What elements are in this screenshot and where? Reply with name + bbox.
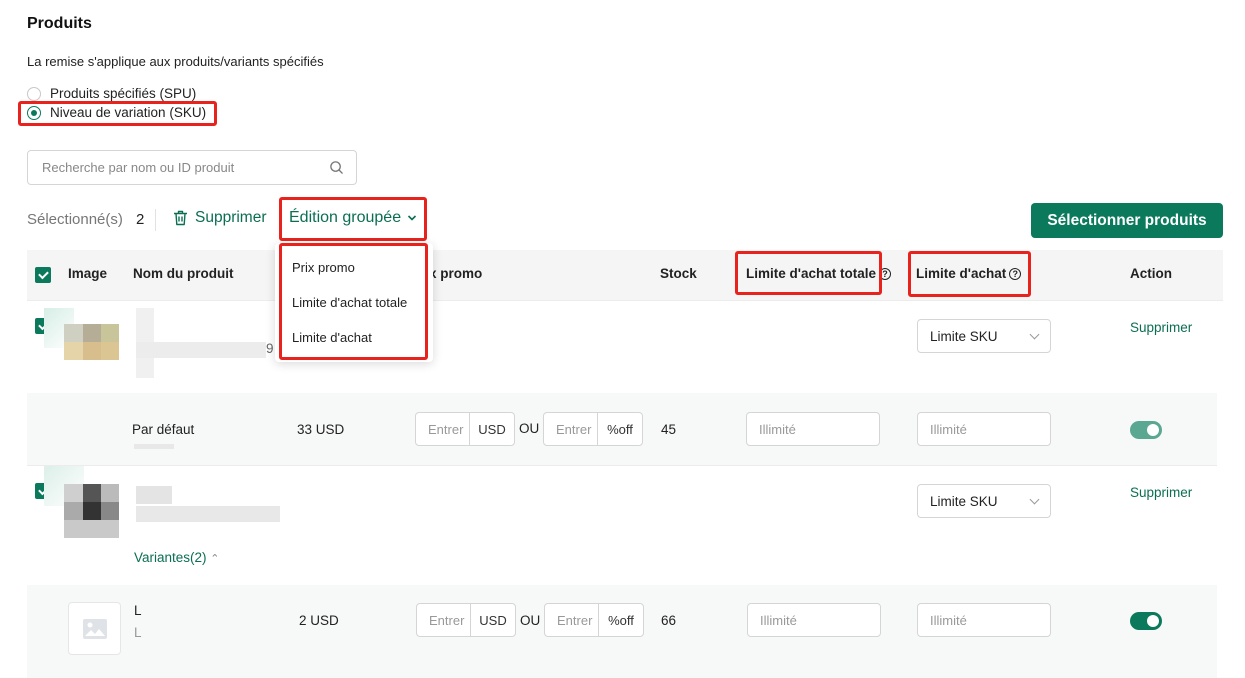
- group-edit-button[interactable]: Édition groupée: [289, 209, 417, 227]
- variant-stock: 45: [661, 422, 677, 437]
- help-icon[interactable]: ?: [1009, 268, 1022, 280]
- or-label: OU: [519, 421, 540, 436]
- group-edit-menu: Prix promo Limite d'achat totale Limite …: [275, 243, 433, 362]
- help-icon[interactable]: ?: [878, 268, 891, 280]
- header-limit: Limite d'achat?: [916, 266, 1022, 281]
- variant-name: L: [134, 603, 142, 618]
- percent-unit: %off: [608, 612, 634, 628]
- limit-input[interactable]: Illimité: [917, 412, 1051, 446]
- menu-item-promo-price[interactable]: Prix promo: [292, 260, 355, 275]
- variant-price: 33 USD: [297, 422, 345, 437]
- section-title: Produits: [27, 15, 92, 32]
- selected-label: Sélectionné(s): [27, 211, 123, 228]
- header-promo-price: x promo: [429, 266, 483, 281]
- promo-amount-field[interactable]: Entrer USD: [415, 412, 515, 446]
- limit-input[interactable]: Illimité: [917, 603, 1051, 637]
- menu-item-total-limit[interactable]: Limite d'achat totale: [292, 295, 407, 310]
- header-limit-label: Limite d'achat: [916, 266, 1007, 281]
- trash-icon: [174, 210, 187, 226]
- variant-sub-name: L: [134, 625, 142, 640]
- total-limit-input[interactable]: Illimité: [747, 603, 881, 637]
- variant-enable-toggle[interactable]: [1130, 421, 1162, 439]
- radio-spu-circle[interactable]: [27, 86, 41, 101]
- variants-toggle[interactable]: Variantes(2) ⌃: [134, 550, 220, 565]
- variant-thumbnail: [68, 602, 121, 655]
- currency-unit: USD: [478, 421, 506, 437]
- delete-product-link[interactable]: Supprimer: [1130, 485, 1192, 500]
- header-image: Image: [68, 266, 108, 281]
- or-label: OU: [520, 613, 541, 628]
- limit-type-value: Limite SKU: [930, 493, 998, 509]
- group-edit-label: Édition groupée: [289, 209, 402, 226]
- chevron-up-icon: ⌃: [210, 553, 220, 565]
- toolbar-divider: [155, 209, 156, 231]
- row-divider: [27, 300, 1223, 301]
- radio-spu[interactable]: Produits spécifiés (SPU): [27, 86, 196, 101]
- limit-type-value: Limite SKU: [930, 328, 998, 344]
- variant-sub-name: [134, 444, 174, 449]
- chevron-down-icon: [1029, 329, 1040, 339]
- select-all-checkbox[interactable]: [35, 267, 51, 283]
- promo-percent-field[interactable]: Entrer %off: [544, 603, 644, 637]
- variants-toggle-label: Variantes(2): [134, 550, 207, 565]
- radio-sku-label: Niveau de variation (SKU): [50, 105, 207, 120]
- select-products-button[interactable]: Sélectionner produits: [1031, 203, 1223, 238]
- percent-unit: %off: [607, 421, 633, 437]
- radio-spu-label: Produits spécifiés (SPU): [50, 86, 197, 101]
- search-icon[interactable]: [329, 160, 344, 175]
- variant-name: Par défaut: [132, 422, 195, 437]
- total-limit-input[interactable]: Illimité: [746, 412, 880, 446]
- product-name-fragment: 9: [266, 341, 274, 356]
- radio-sku[interactable]: Niveau de variation (SKU): [27, 105, 206, 120]
- header-action: Action: [1130, 266, 1172, 281]
- promo-percent-input[interactable]: Entrer: [545, 604, 599, 636]
- promo-amount-input[interactable]: Entrer: [416, 413, 470, 445]
- selected-count: 2: [136, 211, 145, 228]
- chevron-down-icon: [408, 215, 417, 221]
- limit-type-select[interactable]: Limite SKU: [917, 484, 1051, 518]
- product-image: [44, 308, 266, 388]
- radio-sku-circle[interactable]: [27, 105, 41, 120]
- search-box[interactable]: [27, 150, 357, 185]
- chevron-down-icon: [1029, 494, 1040, 504]
- menu-item-limit[interactable]: Limite d'achat: [292, 330, 372, 345]
- header-total-limit: Limite d'achat totale?: [746, 266, 891, 281]
- product-image: [44, 466, 304, 544]
- delete-product-link[interactable]: Supprimer: [1130, 320, 1192, 335]
- bulk-delete-button[interactable]: Supprimer: [173, 209, 267, 227]
- header-total-limit-label: Limite d'achat totale: [746, 266, 876, 281]
- header-stock: Stock: [660, 266, 697, 281]
- image-placeholder-icon: [82, 618, 107, 639]
- bulk-delete-label: Supprimer: [195, 209, 267, 226]
- promo-percent-input[interactable]: Entrer: [544, 413, 598, 445]
- header-product-name: Nom du produit: [133, 266, 234, 281]
- section-description: La remise s'applique aux produits/varian…: [27, 54, 324, 69]
- variant-price: 2 USD: [299, 613, 339, 628]
- limit-type-select[interactable]: Limite SKU: [917, 319, 1051, 353]
- promo-percent-field[interactable]: Entrer %off: [543, 412, 643, 446]
- variant-enable-toggle[interactable]: [1130, 612, 1162, 630]
- promo-amount-input[interactable]: Entrer: [417, 604, 471, 636]
- currency-unit: USD: [479, 612, 507, 628]
- search-input[interactable]: [40, 159, 329, 176]
- promo-amount-field[interactable]: Entrer USD: [416, 603, 516, 637]
- variant-stock: 66: [661, 613, 677, 628]
